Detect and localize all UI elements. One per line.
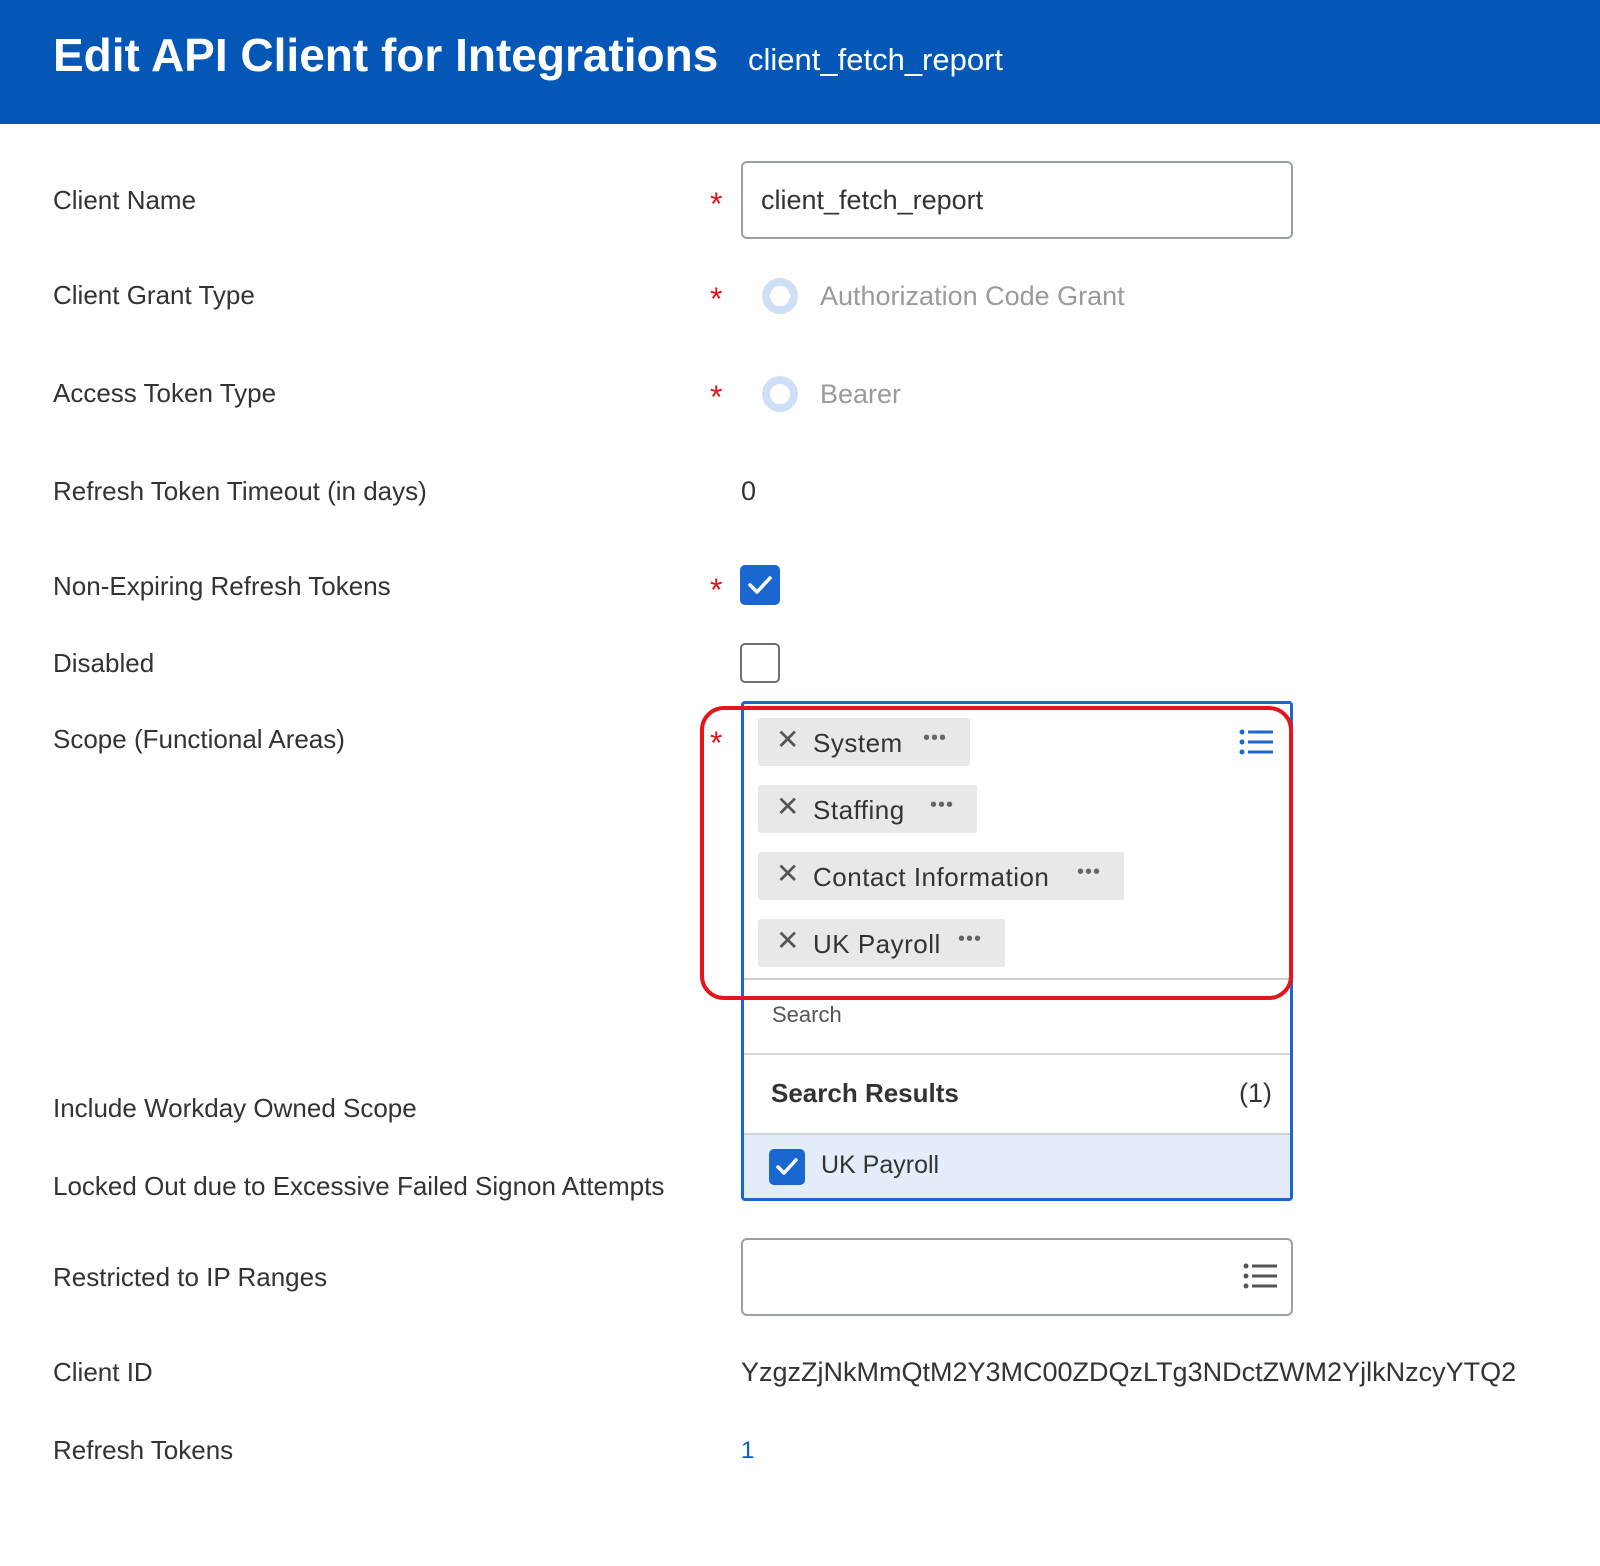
non-expiring-label: Non-Expiring Refresh Tokens <box>53 571 391 601</box>
grant-type-radio[interactable] <box>762 278 798 314</box>
pill-label: Contact Information <box>813 862 1050 892</box>
checkmark-icon <box>776 1158 798 1175</box>
refresh-timeout-label: Refresh Token Timeout (in days) <box>53 476 427 506</box>
list-icon[interactable] <box>1239 728 1273 761</box>
search-result-item[interactable]: UK Payroll <box>744 1135 1290 1198</box>
restricted-ip-label: Restricted to IP Ranges <box>53 1262 328 1292</box>
locked-out-label: Locked Out due to Excessive Failed Signo… <box>53 1171 665 1201</box>
close-icon[interactable]: ✕ <box>776 927 799 955</box>
search-results-count: (1) <box>1239 1078 1272 1108</box>
page-subtitle: client_fetch_report <box>748 42 1004 77</box>
refresh-timeout-value: 0 <box>741 476 757 506</box>
pill-label: UK Payroll <box>813 929 941 959</box>
client-name-input[interactable]: client_fetch_report <box>741 161 1293 239</box>
refresh-tokens-label: Refresh Tokens <box>53 1435 234 1465</box>
required-indicator: * <box>710 725 723 761</box>
ellipsis-icon[interactable]: ••• <box>923 727 947 750</box>
restricted-ip-input[interactable] <box>741 1238 1293 1316</box>
refresh-tokens-link[interactable]: 1 <box>741 1437 754 1465</box>
token-type-radio[interactable] <box>762 376 798 412</box>
disabled-checkbox[interactable] <box>740 643 780 683</box>
scope-pill-contact-information: ✕ Contact Information ••• <box>758 852 1124 900</box>
client-name-value: client_fetch_report <box>761 185 984 215</box>
close-icon[interactable]: ✕ <box>776 793 799 821</box>
scope-search-input[interactable]: Search <box>772 1002 842 1028</box>
non-expiring-checkbox[interactable] <box>740 565 780 605</box>
divider <box>744 978 1290 980</box>
scope-pill-uk-payroll: ✕ UK Payroll ••• <box>758 919 1005 967</box>
client-grant-type-label: Client Grant Type <box>53 280 255 310</box>
scope-pill-staffing: ✕ Staffing ••• <box>758 785 977 833</box>
search-result-checkbox[interactable] <box>769 1149 805 1185</box>
checkmark-icon <box>748 576 772 594</box>
required-indicator: * <box>710 379 723 415</box>
include-workday-scope-label: Include Workday Owned Scope <box>53 1093 417 1123</box>
pill-label: System <box>813 728 903 758</box>
search-result-label: UK Payroll <box>821 1151 940 1179</box>
list-icon[interactable] <box>1243 1262 1277 1295</box>
close-icon[interactable]: ✕ <box>776 860 799 888</box>
page-header: Edit API Client for Integrations client_… <box>0 0 1600 124</box>
grant-type-option-label: Authorization Code Grant <box>820 281 1125 311</box>
divider <box>744 1053 1290 1055</box>
access-token-type-label: Access Token Type <box>53 378 277 408</box>
client-id-label: Client ID <box>53 1357 153 1387</box>
required-indicator: * <box>710 281 723 317</box>
client-name-label: Client Name <box>53 185 197 215</box>
ellipsis-icon[interactable]: ••• <box>930 794 954 817</box>
disabled-label: Disabled <box>53 648 155 678</box>
scope-multiselect[interactable]: ✕ System ••• ✕ Staffing ••• ✕ Contact In… <box>741 701 1293 1201</box>
scope-pill-system: ✕ System ••• <box>758 718 970 766</box>
scope-label: Scope (Functional Areas) <box>53 724 345 754</box>
token-type-option-label: Bearer <box>820 379 902 409</box>
required-indicator: * <box>710 186 723 222</box>
ellipsis-icon[interactable]: ••• <box>1077 861 1101 884</box>
required-indicator: * <box>710 572 723 608</box>
page-title: Edit API Client for Integrations <box>53 29 719 81</box>
search-results-title: Search Results <box>771 1078 959 1108</box>
close-icon[interactable]: ✕ <box>776 726 799 754</box>
client-id-value: YzgzZjNkMmQtM2Y3MC00ZDQzLTg3NDctZWM2Yjlk… <box>741 1357 1517 1387</box>
ellipsis-icon[interactable]: ••• <box>958 928 982 951</box>
pill-label: Staffing <box>813 795 905 825</box>
